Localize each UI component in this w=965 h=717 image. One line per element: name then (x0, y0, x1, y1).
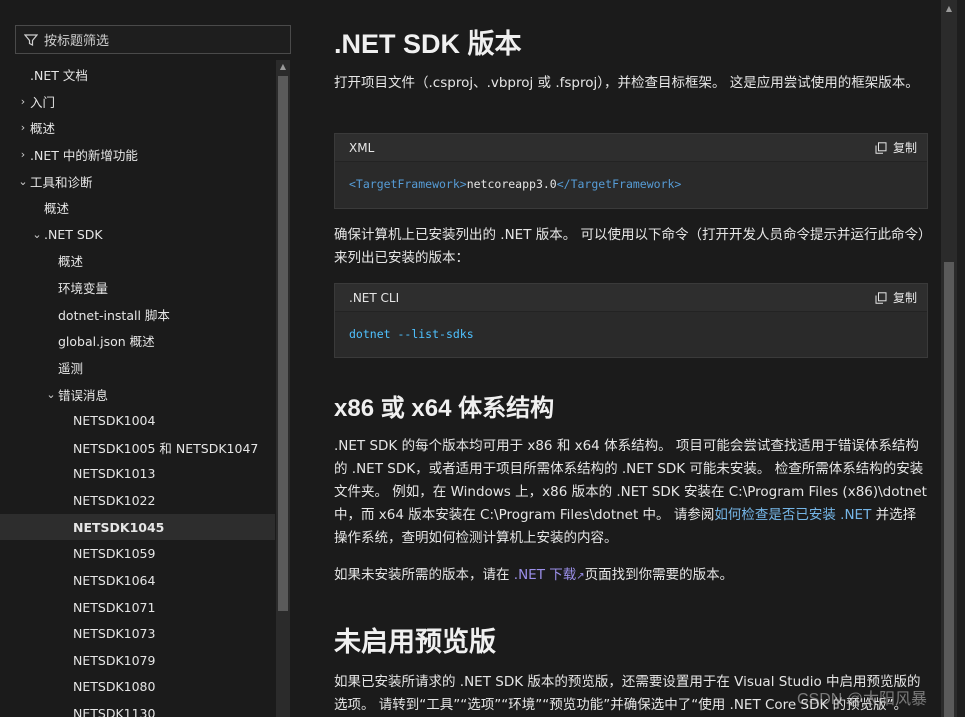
toc-tree: .NET 文档 › 入门 › 概述 › .NET 中的新增功能 ⌄ 工具和诊断 概述 ⌄… (0, 60, 275, 717)
toc-item-tools-diagnostics[interactable]: ⌄ 工具和诊断 (0, 168, 275, 194)
code-header: .NET CLI 复制 (335, 284, 927, 312)
code-language-label: XML (349, 140, 375, 155)
toc-item-error-messages[interactable]: ⌄ 错误消息 (0, 381, 275, 407)
toc-item-dotnet-install[interactable]: dotnet-install 脚本 (0, 301, 275, 327)
toc-item-global-json[interactable]: global.json 概述 (0, 327, 275, 353)
toc-item-netsdk1005[interactable]: NETSDK1005 和 NETSDK1047 (0, 434, 275, 460)
toc-item-netsdk1079[interactable]: NETSDK1079 (0, 647, 275, 673)
window-edge (957, 0, 965, 717)
scroll-up-arrow-icon[interactable]: ▲ (276, 60, 290, 74)
heading-net-sdk-version: .NET SDK 版本 (334, 29, 522, 59)
xml-value: netcoreapp3.0 (466, 177, 557, 191)
article-content: .NET SDK 版本 打开项目文件（.csproj、.vbproj 或 .fs… (318, 0, 938, 717)
copy-button[interactable]: 复制 (875, 139, 917, 156)
filter-by-title-input[interactable]: 按标题筛选 (15, 25, 291, 54)
toc-item-netsdk1064[interactable]: NETSDK1064 (0, 567, 275, 593)
heading-preview-not-enabled: 未启用预览版 (334, 627, 496, 657)
toc-item-netsdk1059[interactable]: NETSDK1059 (0, 540, 275, 566)
paragraph-check-target-framework: 打开项目文件（.csproj、.vbproj 或 .fsproj），并检查目标框… (334, 75, 919, 91)
chevron-down-icon: ⌄ (18, 174, 28, 188)
copy-label: 复制 (892, 291, 917, 305)
toc-item-net-docs[interactable]: .NET 文档 (0, 61, 275, 87)
toc-item-env-vars[interactable]: 环境变量 (0, 274, 275, 300)
paragraph-download: 如果未安装所需的版本，请在 .NET 下载↗页面找到你需要的版本。 (334, 567, 734, 583)
copy-icon (875, 291, 887, 304)
heading-architecture: x86 或 x64 体系结构 (334, 395, 555, 422)
chevron-down-icon: ⌄ (32, 227, 42, 241)
code-body: dotnet --list-sdks (335, 312, 927, 356)
xml-open-tag: <TargetFramework> (349, 177, 467, 191)
chevron-down-icon: ⌄ (46, 387, 56, 401)
toc-item-netsdk1130[interactable]: NETSDK1130 (0, 700, 275, 717)
xml-close-tag: </TargetFramework> (556, 177, 682, 191)
filter-placeholder: 按标题筛选 (44, 34, 110, 49)
chevron-right-icon: › (20, 120, 26, 134)
watermark: CSDN @太阳风暴 (797, 691, 928, 708)
toc-item-netsdk1045-active[interactable]: NETSDK1045 (0, 514, 275, 540)
toc-item-netsdk1004[interactable]: NETSDK1004 (0, 407, 275, 433)
toc-item-tools-overview[interactable]: 概述 (0, 194, 275, 220)
code-header: XML 复制 (335, 134, 927, 162)
page-scrollbar[interactable]: ▲ (941, 0, 957, 717)
toc-item-telemetry[interactable]: 遥测 (0, 354, 275, 380)
filter-icon (24, 33, 38, 47)
toc-item-netsdk1022[interactable]: NETSDK1022 (0, 487, 275, 513)
copy-label: 复制 (892, 141, 917, 155)
toc-scrollbar-thumb[interactable] (278, 76, 288, 611)
link-net-download[interactable]: .NET 下载↗ (514, 567, 585, 583)
toc-item-netsdk1080[interactable]: NETSDK1080 (0, 673, 275, 699)
chevron-right-icon: › (20, 147, 26, 161)
toc-scrollbar[interactable]: ▲ (276, 60, 290, 717)
toc-item-whats-new[interactable]: › .NET 中的新增功能 (0, 141, 275, 167)
toc-item-net-sdk[interactable]: ⌄ .NET SDK (0, 221, 275, 247)
code-block-xml: XML 复制 <TargetFramework>netcoreapp3.0</T… (334, 133, 928, 209)
copy-icon (875, 141, 887, 154)
code-block-cli: .NET CLI 复制 dotnet --list-sdks (334, 283, 928, 358)
toc-item-get-started[interactable]: › 入门 (0, 88, 275, 114)
cli-command: dotnet (349, 327, 391, 341)
scroll-up-arrow-icon[interactable]: ▲ (941, 4, 957, 13)
paragraph-architecture: .NET SDK 的每个版本均可用于 x86 和 x64 体系结构。 项目可能会… (334, 438, 927, 546)
link-how-to-check-installed[interactable]: 如何检查是否已安装 .NET (714, 507, 871, 523)
chevron-right-icon: › (20, 94, 26, 108)
toc-item-netsdk1071[interactable]: NETSDK1071 (0, 594, 275, 620)
copy-button[interactable]: 复制 (875, 289, 917, 306)
toc-item-sdk-overview[interactable]: 概述 (0, 247, 275, 273)
paragraph-ensure-installed: 确保计算机上已安装列出的 .NET 版本。 可以使用以下命令（打开开发人员命令提… (334, 227, 925, 266)
toc-item-overview[interactable]: › 概述 (0, 114, 275, 140)
toc-item-netsdk1013[interactable]: NETSDK1013 (0, 460, 275, 486)
toc-item-netsdk1073[interactable]: NETSDK1073 (0, 620, 275, 646)
page-scrollbar-thumb[interactable] (944, 262, 954, 717)
external-link-icon: ↗ (576, 571, 585, 582)
code-body: <TargetFramework>netcoreapp3.0</TargetFr… (335, 162, 927, 206)
cli-argument: --list-sdks (397, 327, 474, 341)
code-language-label: .NET CLI (349, 290, 400, 305)
toc-sidebar: 按标题筛选 .NET 文档 › 入门 › 概述 › .NET 中的新增功能 ⌄ 工具和诊… (0, 0, 305, 717)
